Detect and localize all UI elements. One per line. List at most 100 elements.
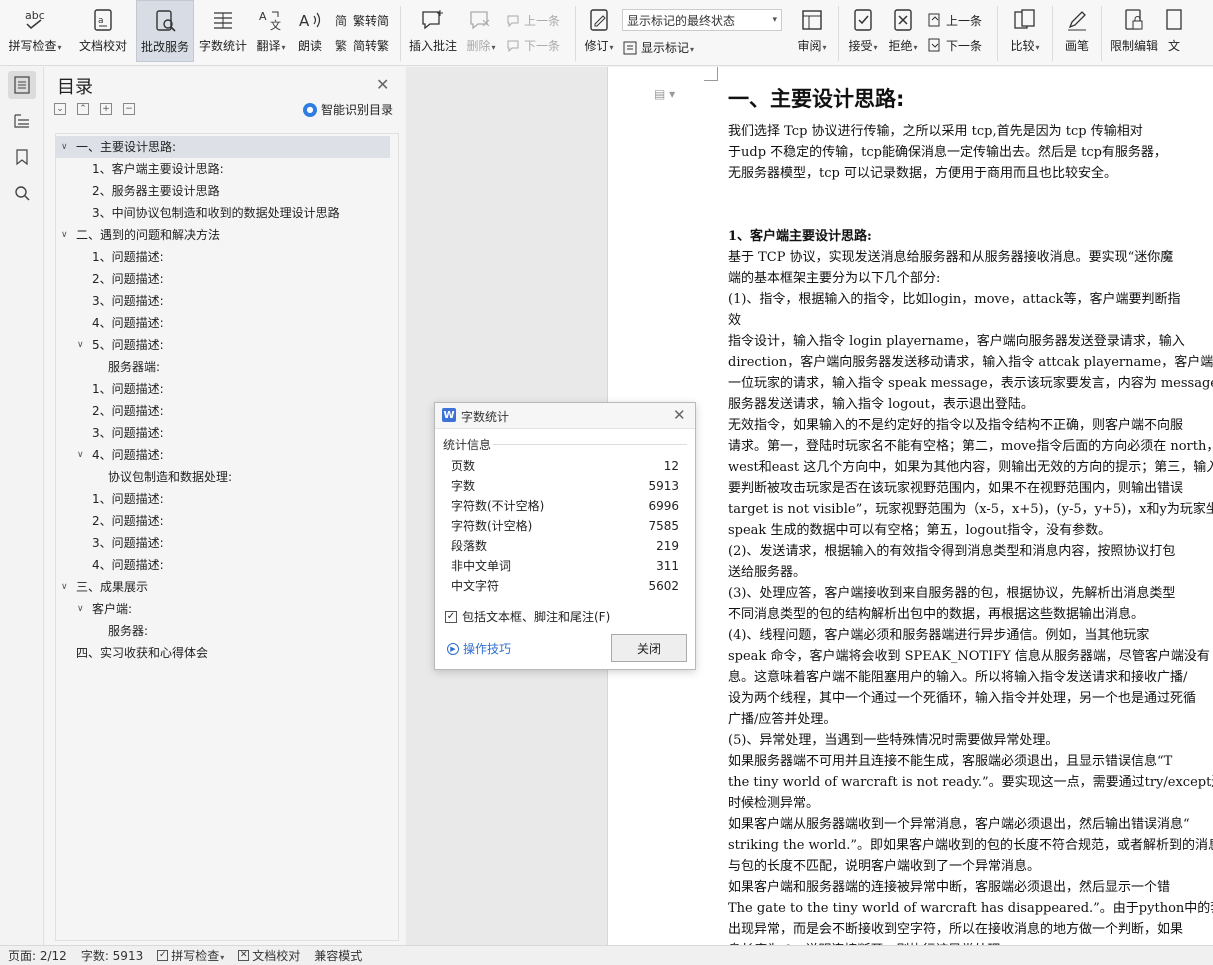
- reject-button[interactable]: 拒绝: [883, 0, 923, 62]
- nav-icon-rail: [0, 67, 44, 945]
- toc-item[interactable]: ∨ 4、问题描述:: [56, 444, 390, 466]
- stat-label: 字数: [451, 479, 476, 493]
- toc-item-label: 服务器:: [108, 624, 149, 638]
- track-changes-button[interactable]: 修订: [580, 0, 618, 62]
- document-page[interactable]: ▤ ▾ 一、主要设计思路: 我们选择 Tcp 协议进行传输，之所以采用 tcp,…: [607, 67, 1213, 945]
- bookmark-icon[interactable]: [8, 143, 36, 171]
- chevron-down-icon[interactable]: ∨: [77, 444, 84, 466]
- chevron-down-icon[interactable]: ∨: [77, 334, 84, 356]
- show-markup-label: 显示标记: [641, 39, 694, 56]
- toc-item[interactable]: 3、问题描述:: [56, 422, 390, 444]
- delete-comment-button[interactable]: 删除: [461, 0, 501, 62]
- toc-item[interactable]: 1、问题描述:: [56, 378, 390, 400]
- toc-item[interactable]: 服务器:: [56, 620, 390, 642]
- chevron-down-icon[interactable]: ∨: [61, 136, 68, 158]
- collapse-all-icon[interactable]: ⌄: [54, 103, 66, 115]
- chevron-down-icon[interactable]: ∨: [77, 598, 84, 620]
- next-change-button[interactable]: 下一条: [927, 37, 989, 54]
- expand-all-icon[interactable]: ⌃: [77, 103, 89, 115]
- toc-item-label: 3、问题描述:: [92, 536, 164, 550]
- toc-item[interactable]: ∨ 二、遇到的问题和解决方法: [56, 224, 390, 246]
- translate-button[interactable]: A文 翻译: [252, 0, 290, 62]
- ribbon-divider: [1101, 6, 1102, 61]
- close-icon[interactable]: ✕: [673, 406, 686, 424]
- toc-item[interactable]: 2、问题描述:: [56, 510, 390, 532]
- close-button[interactable]: 关闭: [611, 634, 687, 662]
- simp-to-trad-button[interactable]: 繁 简转繁: [334, 37, 392, 54]
- read-aloud-button[interactable]: A 朗读: [290, 0, 330, 62]
- revise-service-label: 批改服务: [140, 40, 189, 54]
- toc-item[interactable]: 4、问题描述:: [56, 554, 390, 576]
- play-icon: ▶: [447, 642, 459, 655]
- accept-button[interactable]: 接受: [843, 0, 883, 62]
- toc-item[interactable]: 四、实习收获和心得体会: [56, 642, 390, 664]
- include-textbox-checkbox[interactable]: ✓ 包括文本框、脚注和尾注(F): [445, 608, 610, 625]
- spell-check-button[interactable]: abc 拼写检查: [0, 0, 70, 62]
- smart-toc-label: 智能识别目录: [321, 103, 394, 117]
- toc-item[interactable]: 3、中间协议包制造和收到的数据处理设计思路: [56, 202, 390, 224]
- toc-item[interactable]: 协议包制造和数据处理:: [56, 466, 390, 488]
- prev-change-button[interactable]: 上一条: [927, 12, 989, 29]
- doc-line: striking the world.”。即如果客户端收到的包的长度不符合规范，…: [728, 838, 1213, 853]
- word-count-button[interactable]: 字数统计: [194, 0, 252, 62]
- revise-service-button[interactable]: 批改服务: [136, 0, 194, 62]
- status-doc-proof[interactable]: ✕ 文档校对: [238, 947, 300, 964]
- show-markup-button[interactable]: 显示标记: [622, 39, 786, 56]
- stat-label: 字符数(计空格): [451, 519, 533, 533]
- toc-item[interactable]: 2、问题描述:: [56, 268, 390, 290]
- toc-item[interactable]: ∨ 三、成果展示: [56, 576, 390, 598]
- page-menu-icon[interactable]: ▤ ▾: [654, 87, 675, 101]
- toc-tree: ∨ 一、主要设计思路: 1、客户端主要设计思路: 2、服务器主要设计思路 3、中间协议包…: [55, 133, 399, 941]
- status-spell-check[interactable]: ✓ 拼写检查: [157, 947, 224, 964]
- stat-label: 页数: [451, 459, 476, 473]
- toc-panel: 目录 ✕ ⌄ ⌃ + − ● 智能识别目录 ∨ 一、主要设计思路: 1、客户端主要设…: [45, 67, 405, 945]
- doc-proof-button[interactable]: a 文档校对: [70, 0, 136, 62]
- toc-item-label: 三、成果展示: [76, 580, 149, 594]
- stat-row: 非中文单词 311: [451, 556, 679, 576]
- close-icon[interactable]: ✕: [376, 75, 389, 94]
- section-nav-icon[interactable]: [8, 107, 36, 135]
- stat-label: 段落数: [451, 539, 488, 553]
- page-indicator[interactable]: 页面: 2/12: [8, 947, 67, 964]
- toc-item[interactable]: 2、服务器主要设计思路: [56, 180, 390, 202]
- review-ribbon: abc 拼写检查 a 文档校对 批改服务 字数统计 A文 翻译: [0, 0, 1213, 66]
- smart-toc-icon: ●: [303, 102, 317, 117]
- next-comment-button[interactable]: 下一条: [505, 37, 567, 54]
- chevron-down-icon[interactable]: ∨: [61, 224, 68, 246]
- toc-pane-icon[interactable]: [8, 71, 36, 99]
- insert-comment-button[interactable]: 插入批注: [405, 0, 461, 62]
- spell-check-icon: abc: [21, 6, 49, 34]
- toc-item[interactable]: 2、问题描述:: [56, 400, 390, 422]
- read-aloud-icon: A: [296, 6, 324, 34]
- svg-text:繁: 繁: [335, 38, 347, 52]
- trad-to-simp-button[interactable]: 简 繁转简: [334, 12, 392, 29]
- toc-item[interactable]: 3、问题描述:: [56, 290, 390, 312]
- toc-item[interactable]: 3、问题描述:: [56, 532, 390, 554]
- search-icon[interactable]: [8, 179, 36, 207]
- smart-toc-button[interactable]: ● 智能识别目录: [303, 101, 393, 118]
- toc-item[interactable]: ∨ 5、问题描述:: [56, 334, 390, 356]
- prev-comment-button[interactable]: 上一条: [505, 12, 567, 29]
- compare-button[interactable]: 比较: [1002, 0, 1048, 62]
- ink-button[interactable]: 画笔: [1057, 0, 1097, 62]
- toc-item[interactable]: 1、问题描述:: [56, 246, 390, 268]
- toc-item[interactable]: ∨ 客户端:: [56, 598, 390, 620]
- toc-item[interactable]: ∨ 一、主要设计思路:: [56, 136, 390, 158]
- tips-link[interactable]: ▶ 操作技巧: [447, 640, 511, 657]
- toc-item[interactable]: 1、客户端主要设计思路:: [56, 158, 390, 180]
- toc-item[interactable]: 4、问题描述:: [56, 312, 390, 334]
- toc-item[interactable]: 1、问题描述:: [56, 488, 390, 510]
- next-comment-icon: [505, 37, 521, 53]
- markup-state-select[interactable]: 显示标记的最终状态 ▾: [622, 9, 782, 31]
- remove-toc-item-icon[interactable]: −: [123, 103, 135, 115]
- restrict-edit-button[interactable]: 限制编辑: [1106, 0, 1162, 62]
- doc-right-button[interactable]: 文: [1162, 0, 1186, 62]
- svg-text:A: A: [299, 12, 310, 30]
- toc-item-label: 5、问题描述:: [92, 338, 164, 352]
- toc-item-label: 四、实习收获和心得体会: [76, 646, 209, 660]
- chevron-down-icon[interactable]: ∨: [61, 576, 68, 598]
- toc-item[interactable]: 服务器端:: [56, 356, 390, 378]
- add-toc-item-icon[interactable]: +: [100, 103, 112, 115]
- word-count-indicator[interactable]: 字数: 5913: [81, 947, 143, 964]
- review-pane-button[interactable]: 审阅: [790, 0, 834, 62]
